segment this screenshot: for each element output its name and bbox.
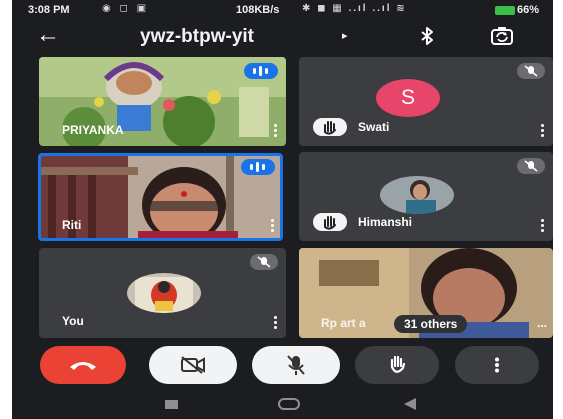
participant-name: Rp art a [321,316,366,330]
camera-switch-icon[interactable] [490,25,514,47]
participant-tile-swati[interactable]: S Swati [299,57,553,146]
participant-name: Riti [62,218,82,232]
home-icon[interactable] [278,398,300,410]
mic-muted-icon [250,254,278,270]
back-arrow-icon[interactable]: ← [36,22,60,48]
battery-level: 66% [516,4,539,16]
more-options-button[interactable] [455,346,539,384]
participant-tile-riti[interactable]: Riti [38,153,283,241]
participant-more-icon[interactable] [541,124,545,139]
signal-icons: ✱ ◼ ▦ ..ıl ..ıl ≋ [302,3,407,14]
raised-hand-icon [313,118,347,136]
raised-hand-icon [313,213,347,231]
status-bar: 3:08 PM ◉ ◻ ▣ 108KB/s ✱ ◼ ▦ ..ıl ..ıl ≋ … [12,0,553,20]
raise-hand-icon [390,355,406,373]
system-nav-bar [12,390,553,419]
participant-photo [127,273,201,313]
participant-more-icon[interactable] [271,219,275,234]
battery-indicator: 66% [494,4,539,16]
network-speed: 108KB/s [236,4,280,16]
participant-name: Swati [358,120,390,134]
status-time: 3:08 PM [28,4,70,16]
others-count-badge[interactable]: 31 others [394,315,468,333]
back-triangle-icon[interactable] [404,398,416,410]
participant-photo [380,176,454,214]
camera-off-icon [181,356,205,374]
participant-tile-others[interactable]: Rp art a 31 others ... [299,248,553,338]
meeting-info-caret-icon[interactable]: ▸ [342,29,348,42]
participant-more-icon[interactable] [541,219,545,234]
mic-off-icon [287,355,305,375]
app-bar: ← ywz-btpw-yit ▸ [12,20,553,54]
camera-toggle-button[interactable] [149,346,237,384]
raise-hand-button[interactable] [355,346,439,384]
participant-tile-himanshi[interactable]: Himanshi [299,152,553,241]
participant-more-text[interactable]: ... [537,316,547,330]
speaking-indicator-icon [244,63,278,79]
participant-tile-priyanka[interactable]: PRIYANKA [39,57,286,146]
recents-icon[interactable] [165,400,178,409]
participant-name: PRIYANKA [62,123,124,137]
participant-name: You [62,314,84,328]
meeting-code[interactable]: ywz-btpw-yit [140,26,254,48]
avatar: S [376,79,440,117]
meet-screen: 3:08 PM ◉ ◻ ▣ 108KB/s ✱ ◼ ▦ ..ıl ..ıl ≋ … [12,0,553,419]
battery-icon [494,5,515,15]
mic-muted-icon [517,63,545,79]
participant-name: Himanshi [358,215,413,229]
speaking-indicator-icon [241,159,275,175]
participant-tile-you[interactable]: You [39,248,286,338]
participant-more-icon[interactable] [274,316,278,331]
participant-more-icon[interactable] [274,124,278,139]
more-vertical-icon [495,357,499,373]
call-controls [12,346,553,390]
mic-muted-icon [517,158,545,174]
notification-icons: ◉ ◻ ▣ [102,3,150,14]
bluetooth-icon[interactable] [416,25,438,47]
end-call-icon [70,362,96,370]
end-call-button[interactable] [40,346,126,384]
mic-toggle-button[interactable] [252,346,340,384]
